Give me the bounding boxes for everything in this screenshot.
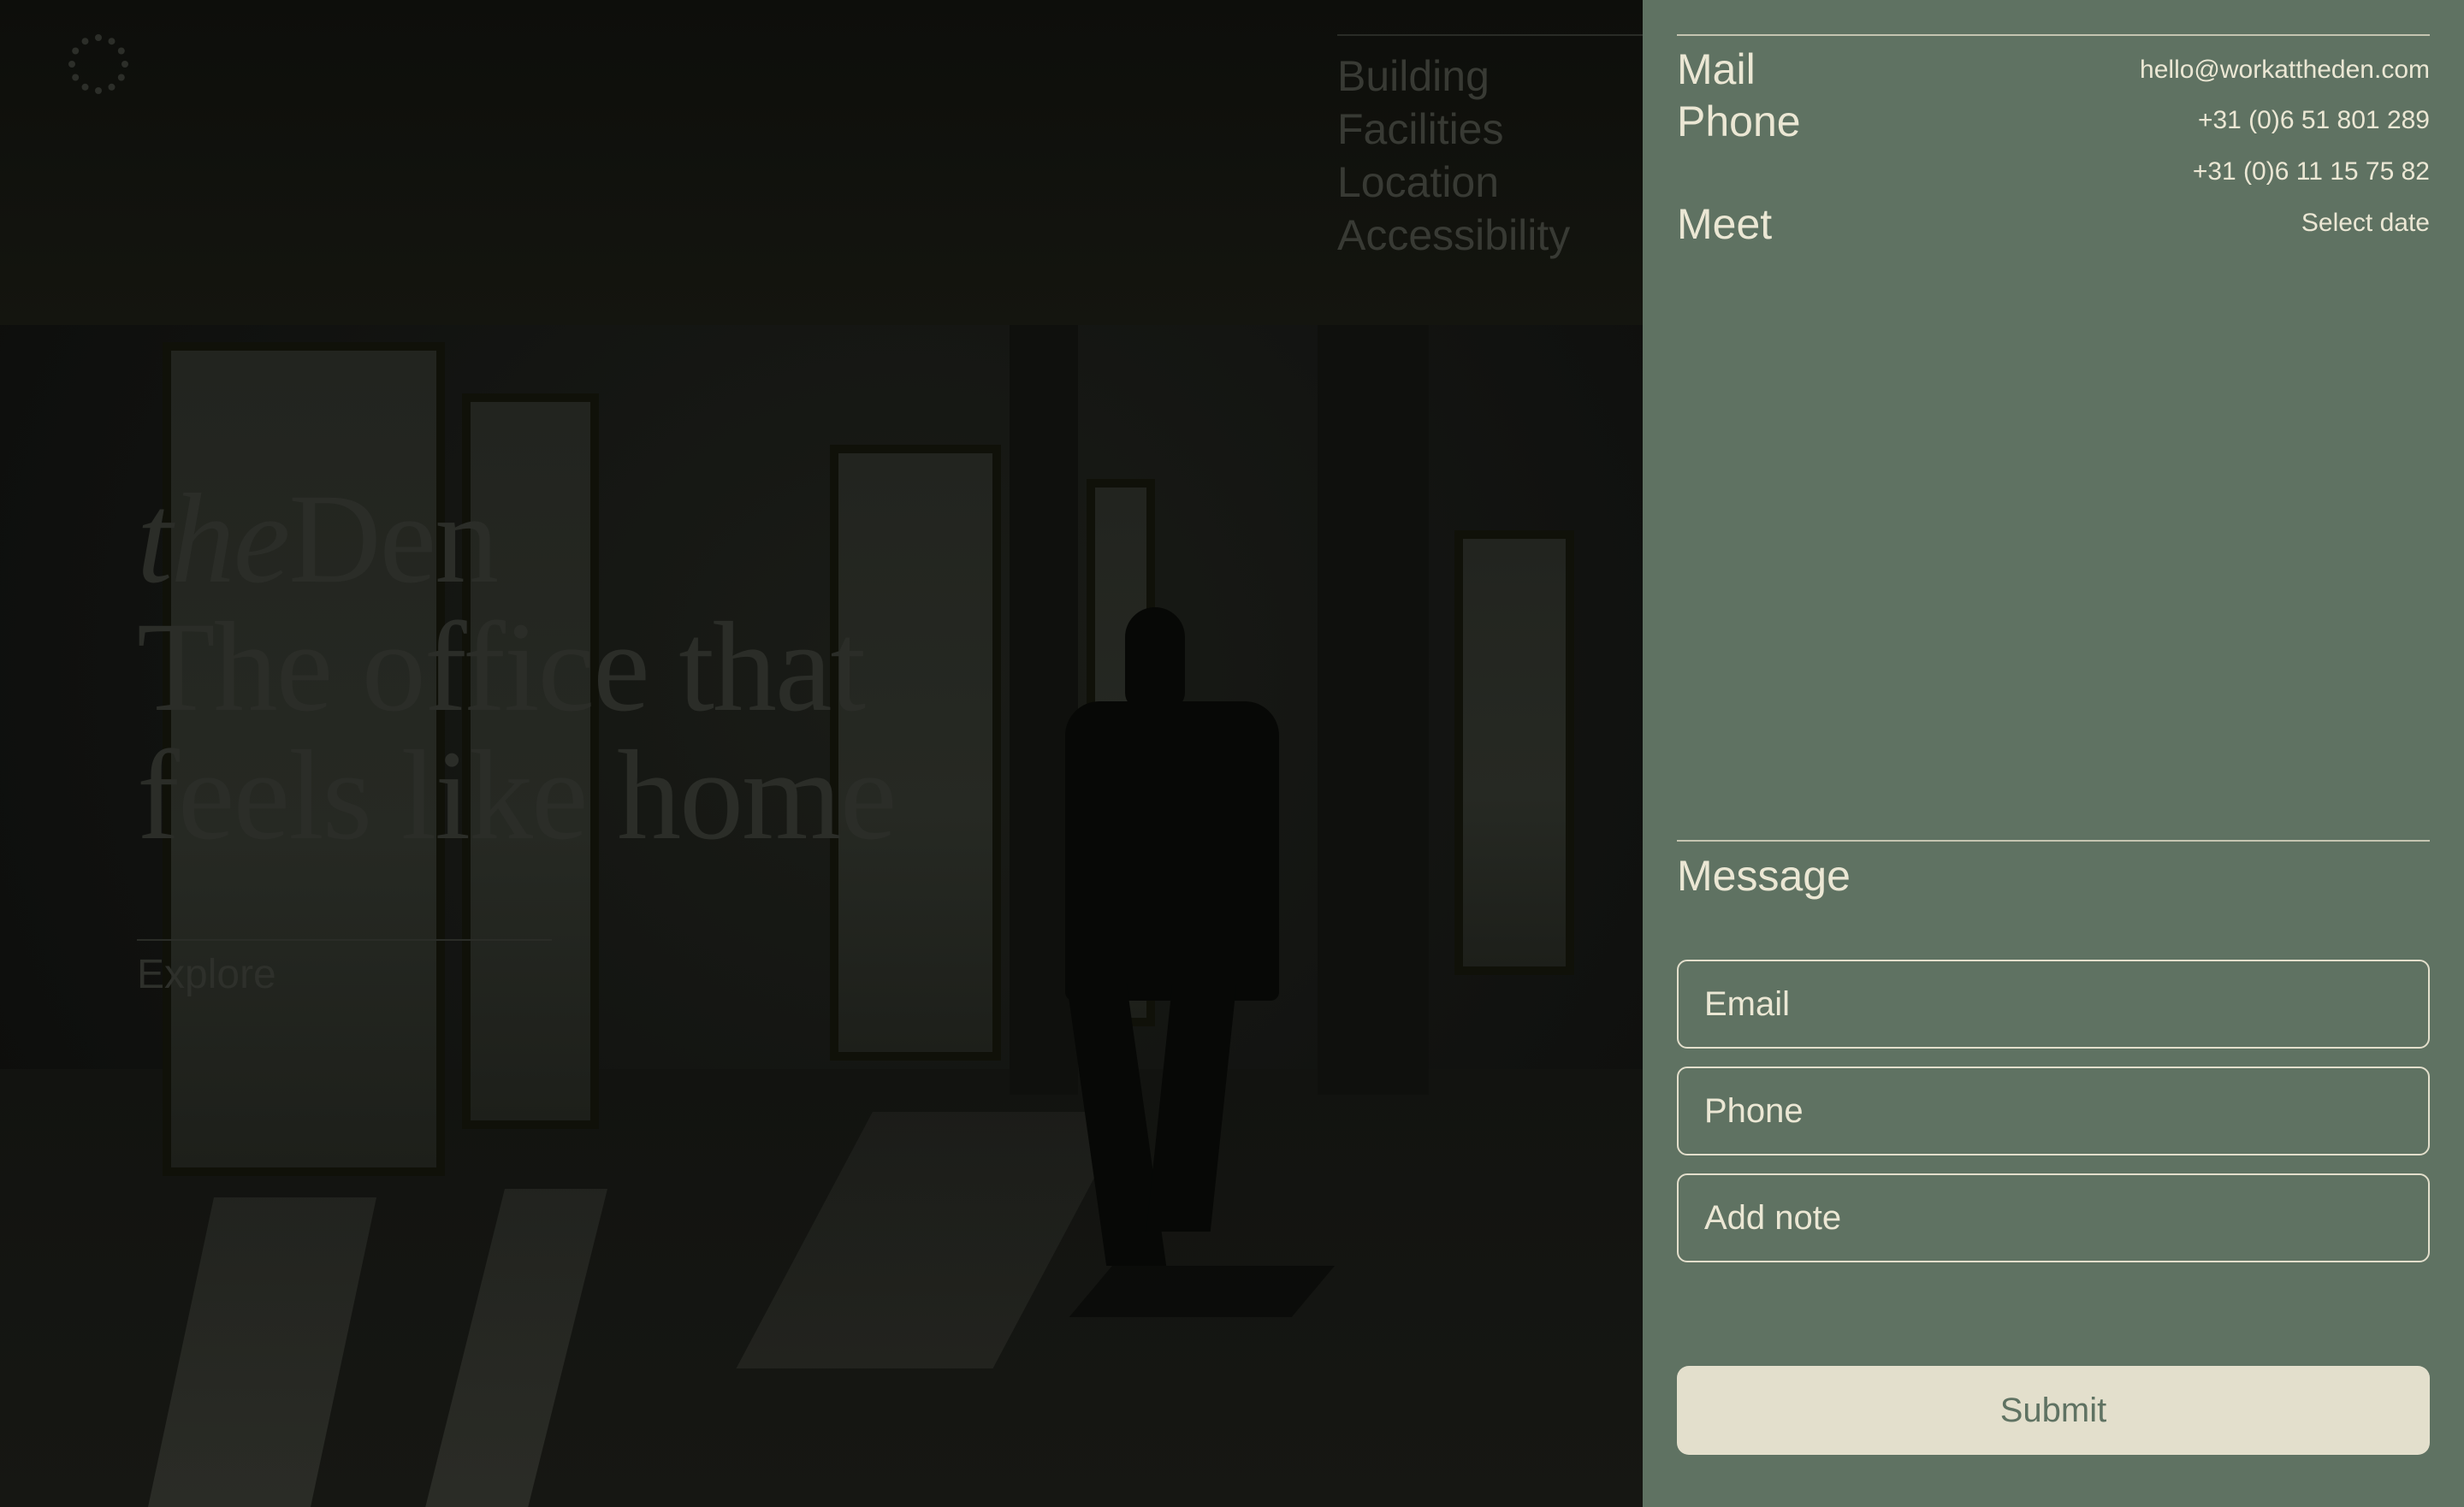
phone-link-2[interactable]: +31 (0)6 11 15 75 82 bbox=[2193, 155, 2430, 189]
hero-person-silhouette bbox=[1125, 607, 1185, 710]
nav-item-location[interactable]: Location bbox=[1337, 156, 1570, 209]
nav-item-building[interactable]: Building bbox=[1337, 50, 1570, 103]
nav-item-facilities[interactable]: Facilities bbox=[1337, 103, 1570, 156]
hero-column bbox=[1318, 325, 1429, 1095]
dotted-circle-logo-icon[interactable] bbox=[68, 34, 128, 94]
brand-wordmark: theDen bbox=[137, 475, 895, 603]
mail-link[interactable]: hello@workattheden.com bbox=[2140, 53, 2430, 87]
phone-link-1[interactable]: +31 (0)6 51 801 289 bbox=[2198, 103, 2430, 138]
explore-divider bbox=[137, 939, 552, 941]
message-divider bbox=[1677, 840, 2430, 842]
note-field[interactable] bbox=[1677, 1173, 2430, 1262]
hero-tagline-line-2: feels like home bbox=[137, 724, 897, 866]
phone-label: Phone bbox=[1677, 98, 1801, 145]
message-title: Message bbox=[1677, 852, 1851, 900]
main-nav: Building Facilities Location Accessibili… bbox=[1337, 50, 1570, 262]
contact-panel: Mail hello@workattheden.com Phone +31 (0… bbox=[1643, 0, 2464, 1507]
hero-tagline-line-1: The office that bbox=[137, 596, 866, 738]
nav-item-accessibility[interactable]: Accessibility bbox=[1337, 209, 1570, 262]
brand-prefix: the bbox=[137, 468, 290, 610]
explore-link[interactable]: Explore bbox=[137, 949, 276, 1001]
hero-person-silhouette bbox=[1065, 701, 1279, 1001]
contact-top-divider bbox=[1677, 34, 2430, 36]
phone-field[interactable] bbox=[1677, 1067, 2430, 1155]
brand-name: Den bbox=[288, 468, 499, 610]
submit-button[interactable]: Submit bbox=[1677, 1366, 2430, 1455]
select-date-link[interactable]: Select date bbox=[2301, 206, 2430, 240]
hero-person-shadow bbox=[1069, 1266, 1335, 1317]
meet-label: Meet bbox=[1677, 200, 1773, 248]
hero-section: theDen The office that feels like home E… bbox=[0, 0, 1643, 1507]
mail-label: Mail bbox=[1677, 45, 1756, 93]
hero-window bbox=[1454, 530, 1574, 975]
hero-headline: theDen The office that feels like home bbox=[137, 475, 897, 866]
email-field[interactable] bbox=[1677, 960, 2430, 1049]
nav-divider bbox=[1337, 34, 1643, 36]
